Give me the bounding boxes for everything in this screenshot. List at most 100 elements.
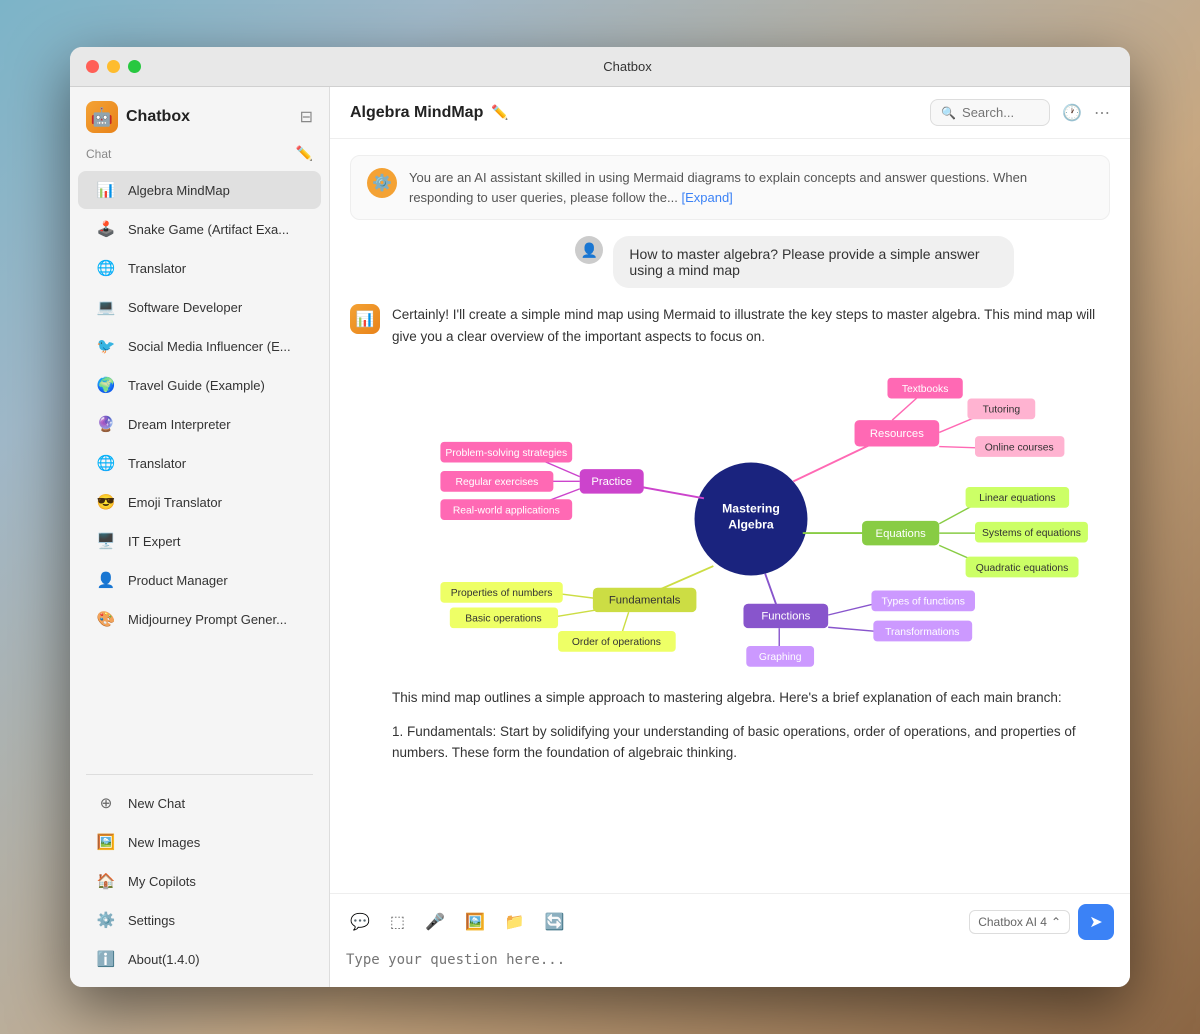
sidebar-item-icon: 🌐 (94, 256, 118, 280)
sidebar-item-algebra-mindmap[interactable]: 📊 Algebra MindMap (78, 171, 321, 209)
orderops-label: Order of operations (572, 637, 661, 648)
titlebar: Chatbox (70, 47, 1130, 87)
sidebar-item-icon: 📊 (94, 178, 118, 202)
selection-icon[interactable]: ⬚ (386, 908, 409, 936)
app-brand: 🤖 Chatbox (86, 101, 190, 133)
new-chat-icon: ⊕ (94, 791, 118, 815)
regular-label: Regular exercises (455, 477, 538, 488)
sidebar-toggle-button[interactable]: ⊟ (300, 107, 313, 127)
expand-link[interactable]: [Expand] (681, 190, 732, 205)
settings-icon: ⚙️ (94, 908, 118, 932)
system-message: ⚙️ You are an AI assistant skilled in us… (350, 155, 1110, 220)
ai-intro-text: Certainly! I'll create a simple mind map… (392, 304, 1110, 347)
model-label: Chatbox AI 4 (978, 915, 1047, 929)
sidebar-item-emoji-translator[interactable]: 😎 Emoji Translator (78, 483, 321, 521)
ai-content: Certainly! I'll create a simple mind map… (392, 304, 1110, 776)
input-area: 💬 ⬚ 🎤 🖼️ 📁 🔄 Chatbox AI 4 ⌃ ➤ (330, 893, 1130, 987)
settings-button[interactable]: ⚙️ Settings (78, 901, 321, 939)
sidebar-divider (86, 774, 313, 775)
sidebar-item-label: Translator (128, 456, 305, 471)
linear-label: Linear equations (979, 493, 1056, 504)
user-message: 👤 How to master algebra? Please provide … (350, 236, 1110, 288)
sidebar-item-translator[interactable]: 🌐 Translator (78, 249, 321, 287)
chat-header-actions: 🔍 🕐 ⋯ (930, 99, 1110, 126)
new-chat-button[interactable]: ⊕ New Chat (78, 784, 321, 822)
sidebar-header: 🤖 Chatbox ⊟ (70, 87, 329, 141)
chat-title: Algebra MindMap (350, 104, 483, 122)
sidebar-item-icon: 👤 (94, 568, 118, 592)
types-label: Types of functions (882, 597, 965, 608)
mindmap-center-label: Mastering (722, 502, 780, 516)
graphing-label: Graphing (759, 652, 802, 663)
switch-icon[interactable]: 🔄 (541, 908, 569, 936)
sidebar-item-label: IT Expert (128, 534, 305, 549)
tutoring-label: Tutoring (983, 405, 1021, 416)
toolbar: 💬 ⬚ 🎤 🖼️ 📁 🔄 Chatbox AI 4 ⌃ ➤ (346, 904, 1114, 940)
folder-icon[interactable]: 📁 (501, 908, 529, 936)
sidebar-item-midjourney[interactable]: 🎨 Midjourney Prompt Gener... (78, 600, 321, 638)
messages-area: ⚙️ You are an AI assistant skilled in us… (330, 139, 1130, 893)
maximize-button[interactable] (128, 60, 141, 73)
image-upload-icon[interactable]: 🖼️ (461, 908, 489, 936)
sidebar-item-icon: 🕹️ (94, 217, 118, 241)
practice-label: Practice (591, 476, 632, 488)
ai-bullet-text: 1. Fundamentals: Start by solidifying yo… (392, 721, 1110, 764)
sidebar-item-icon: 😎 (94, 490, 118, 514)
close-button[interactable] (86, 60, 99, 73)
edit-title-icon[interactable]: ✏️ (491, 104, 508, 121)
sidebar-item-snake-game[interactable]: 🕹️ Snake Game (Artifact Exa... (78, 210, 321, 248)
about-button[interactable]: ℹ️ About(1.4.0) (78, 940, 321, 978)
new-chat-icon[interactable]: ✏️ (296, 145, 313, 162)
systems-label: Systems of equations (982, 528, 1081, 539)
copilots-icon: 🏠 (94, 869, 118, 893)
chat-area: Algebra MindMap ✏️ 🔍 🕐 ⋯ ⚙️ (330, 87, 1130, 987)
sidebar-item-icon: 🌍 (94, 373, 118, 397)
sidebar-item-software-developer[interactable]: 💻 Software Developer (78, 288, 321, 326)
model-selector[interactable]: Chatbox AI 4 ⌃ (969, 910, 1070, 934)
about-icon: ℹ️ (94, 947, 118, 971)
sidebar-item-label: Algebra MindMap (128, 183, 305, 198)
toolbar-right: Chatbox AI 4 ⌃ ➤ (969, 904, 1114, 940)
mindmap-container: Mastering Algebra Resources Textbooks (392, 359, 1110, 679)
equations-label: Equations (876, 528, 927, 540)
sidebar: 🤖 Chatbox ⊟ Chat ✏️ 📊 Algebra MindMap 🕹️… (70, 87, 330, 987)
new-images-label: New Images (128, 835, 200, 850)
realworld-label: Real-world applications (453, 506, 560, 517)
user-avatar: 👤 (575, 236, 603, 264)
chat-section-header: Chat ✏️ (70, 141, 329, 166)
voice-icon[interactable]: 🎤 (421, 908, 449, 936)
ai-message: 📊 Certainly! I'll create a simple mind m… (350, 304, 1110, 776)
search-input[interactable] (962, 105, 1042, 120)
send-button[interactable]: ➤ (1078, 904, 1114, 940)
sidebar-item-dream-interpreter[interactable]: 🔮 Dream Interpreter (78, 405, 321, 443)
my-copilots-label: My Copilots (128, 874, 196, 889)
sidebar-item-translator-2[interactable]: 🌐 Translator (78, 444, 321, 482)
sidebar-item-travel-guide[interactable]: 🌍 Travel Guide (Example) (78, 366, 321, 404)
sidebar-item-it-expert[interactable]: 🖥️ IT Expert (78, 522, 321, 560)
sidebar-item-label: Emoji Translator (128, 495, 305, 510)
history-icon[interactable]: 🕐 (1062, 103, 1082, 123)
user-message-text: How to master algebra? Please provide a … (629, 246, 998, 278)
propnum-label: Properties of numbers (451, 588, 553, 599)
sidebar-item-social-media[interactable]: 🐦 Social Media Influencer (E... (78, 327, 321, 365)
minimize-button[interactable] (107, 60, 120, 73)
sidebar-item-label: Snake Game (Artifact Exa... (128, 222, 305, 237)
window-title: Chatbox (141, 59, 1114, 74)
transform-label: Transformations (885, 627, 959, 638)
toolbar-left: 💬 ⬚ 🎤 🖼️ 📁 🔄 (346, 908, 569, 936)
sidebar-item-product-manager[interactable]: 👤 Product Manager (78, 561, 321, 599)
ai-summary-text: This mind map outlines a simple approach… (392, 687, 1110, 709)
app-icon: 🤖 (86, 101, 118, 133)
my-copilots-button[interactable]: 🏠 My Copilots (78, 862, 321, 900)
new-images-button[interactable]: 🖼️ New Images (78, 823, 321, 861)
functions-label: Functions (761, 611, 810, 623)
ai-avatar: 📊 (350, 304, 380, 334)
chat-mode-icon[interactable]: 💬 (346, 908, 374, 936)
settings-label: Settings (128, 913, 175, 928)
message-input[interactable] (346, 948, 1114, 972)
sidebar-list: 📊 Algebra MindMap 🕹️ Snake Game (Artifac… (70, 166, 329, 770)
more-options-icon[interactable]: ⋯ (1094, 103, 1110, 123)
search-box[interactable]: 🔍 (930, 99, 1050, 126)
new-images-icon: 🖼️ (94, 830, 118, 854)
sidebar-item-label: Software Developer (128, 300, 305, 315)
